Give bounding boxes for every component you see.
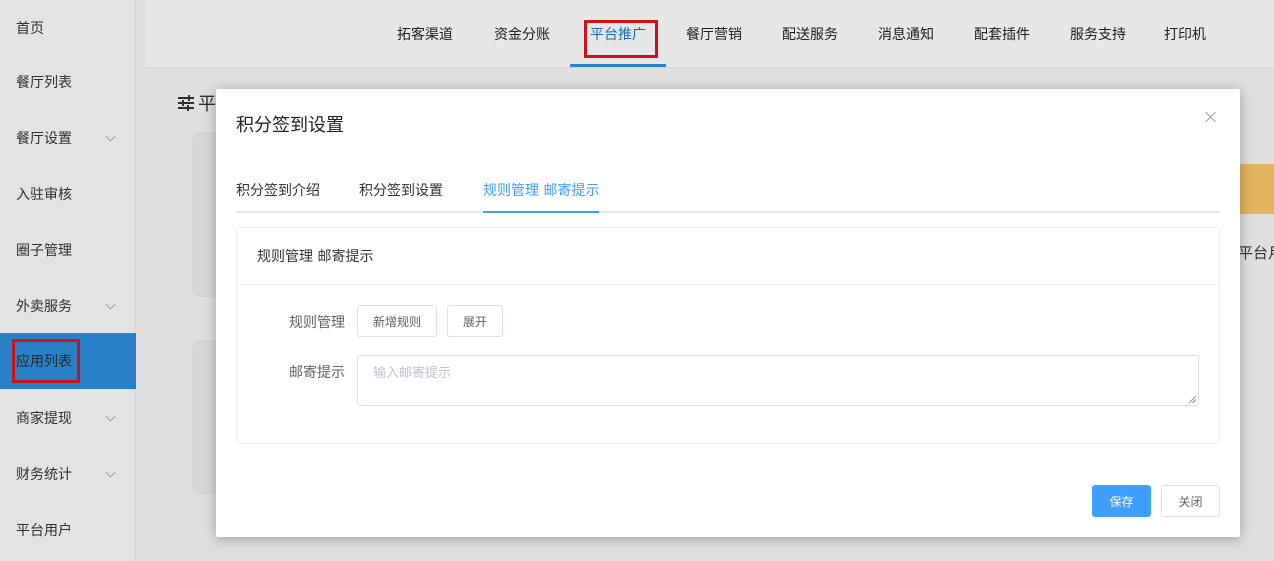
resize-handle-icon[interactable] (1189, 396, 1196, 403)
settings-dialog: 积分签到设置 积分签到介绍 积分签到设置 规则管理 邮寄提示 规则管理 邮寄提示… (216, 89, 1240, 537)
close-button[interactable]: 关闭 (1161, 485, 1220, 517)
tab-checkin-intro[interactable]: 积分签到介绍 (236, 177, 320, 211)
mail-tip-textarea[interactable]: 输入邮寄提示 (357, 355, 1199, 406)
tab-rules-mail[interactable]: 规则管理 邮寄提示 (483, 177, 600, 213)
add-rule-button[interactable]: 新增规则 (357, 305, 437, 337)
rules-panel: 规则管理 邮寄提示 规则管理 新增规则 展开 邮寄提示 输入邮寄提示 (236, 227, 1220, 444)
tab-checkin-settings[interactable]: 积分签到设置 (359, 177, 443, 211)
close-icon[interactable] (1203, 109, 1219, 125)
dialog-title: 积分签到设置 (236, 115, 344, 136)
mail-tip-placeholder: 输入邮寄提示 (373, 366, 452, 381)
panel-header: 规则管理 邮寄提示 (237, 228, 1219, 285)
save-button[interactable]: 保存 (1092, 485, 1151, 517)
expand-button[interactable]: 展开 (447, 305, 503, 337)
rule-management-label: 规则管理 (289, 315, 345, 331)
mail-tip-label: 邮寄提示 (289, 365, 345, 381)
dialog-tabs: 积分签到介绍 积分签到设置 规则管理 邮寄提示 (236, 177, 1220, 213)
